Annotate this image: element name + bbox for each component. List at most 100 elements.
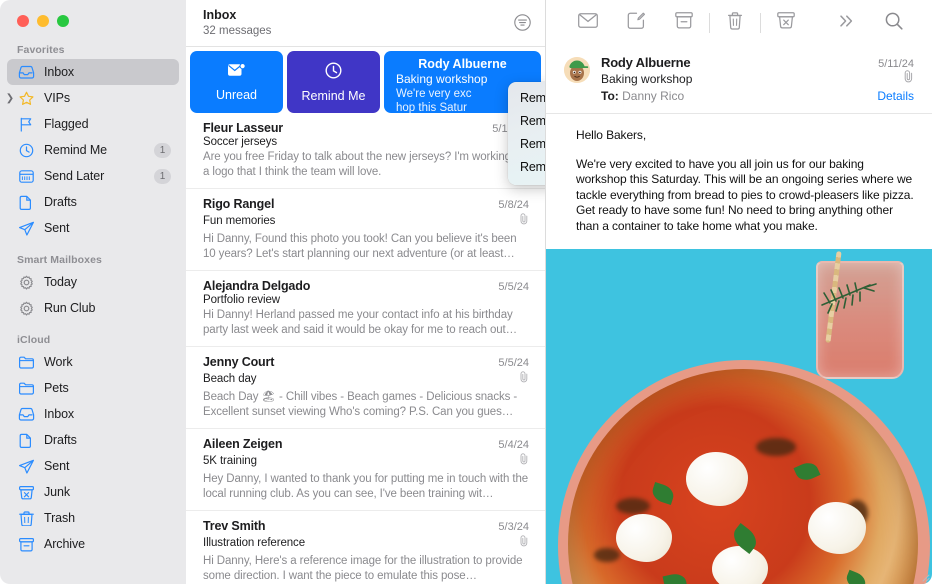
to-value: Danny Rico bbox=[622, 89, 685, 103]
sidebar-item-today[interactable]: Today bbox=[7, 269, 179, 295]
message-preview: Hi Danny, Found this photo you took! Can… bbox=[203, 233, 517, 260]
message-sender: Alejandra Delgado bbox=[203, 279, 311, 293]
mark-unread-button[interactable] bbox=[564, 8, 612, 38]
close-button[interactable] bbox=[17, 15, 29, 27]
gear-icon bbox=[17, 274, 36, 291]
sidebar-item-junk[interactable]: Junk bbox=[7, 479, 179, 505]
sidebar-item-send-later[interactable]: Send Later 1 bbox=[7, 163, 179, 189]
message-preview: Hey Danny, I wanted to thank you for put… bbox=[203, 473, 529, 500]
chevron-right-icon[interactable]: ❯ bbox=[4, 92, 16, 104]
sidebar-section-title: Smart Mailboxes bbox=[17, 254, 102, 266]
sidebar-item-label: Junk bbox=[44, 485, 71, 499]
swipe-action-row: Unread Remind Me Rody Albuerne Baking wo… bbox=[186, 47, 545, 113]
archive-icon bbox=[17, 536, 36, 553]
message-preview: Are you free Friday to talk about the ne… bbox=[203, 151, 527, 178]
message-sender: Aileen Zeigen bbox=[203, 437, 283, 451]
junk-icon bbox=[17, 484, 36, 501]
sidebar-item-vips[interactable]: ❯ VIPs bbox=[4, 85, 179, 111]
window-controls bbox=[0, 0, 186, 38]
unread-envelope-icon bbox=[227, 62, 246, 83]
message-subject: Portfolio review bbox=[203, 294, 281, 306]
archive-button[interactable] bbox=[660, 8, 708, 38]
search-button[interactable] bbox=[870, 8, 918, 38]
sidebar-item-archive[interactable]: Archive bbox=[7, 531, 179, 557]
message-date: 5/5/24 bbox=[498, 281, 529, 293]
paperclip-icon bbox=[519, 534, 529, 552]
delete-button[interactable] bbox=[711, 8, 759, 38]
sidebar-item-work[interactable]: Work bbox=[7, 349, 179, 375]
folder-icon bbox=[17, 380, 36, 397]
mozzarella bbox=[616, 514, 672, 562]
message-row[interactable]: Rigo Rangel 5/8/24 Fun memories Hi Danny, F… bbox=[186, 189, 545, 271]
filter-icon[interactable] bbox=[514, 14, 531, 36]
message-subject: Illustration reference bbox=[203, 537, 305, 549]
message-preview: Hi Danny! Herland passed me your contact… bbox=[203, 309, 518, 336]
context-menu-item[interactable]: Remind Me Tomorrow bbox=[508, 133, 545, 156]
rosemary-sprig bbox=[821, 282, 877, 314]
message-row[interactable]: Alejandra Delgado 5/5/24 Portfolio review H… bbox=[186, 271, 545, 347]
details-link[interactable]: Details bbox=[877, 89, 914, 103]
unread-badge: 1 bbox=[154, 168, 171, 184]
avatar bbox=[564, 57, 590, 83]
sidebar-item-inbox[interactable]: Inbox bbox=[7, 59, 179, 85]
mailbox-title: Inbox bbox=[203, 8, 237, 22]
context-menu-item[interactable]: Remind Me in 1 Hour bbox=[508, 87, 545, 110]
swipe-unread-label: Unread bbox=[216, 87, 257, 102]
calendar-icon bbox=[17, 168, 36, 185]
sidebar-item-sent[interactable]: Sent bbox=[7, 453, 179, 479]
message-preview: Beach Day 🏖 - Chill vibes - Beach games … bbox=[203, 391, 518, 418]
message-recipient: To: Danny Rico bbox=[601, 89, 684, 103]
sidebar-item-sent[interactable]: Sent bbox=[7, 215, 179, 241]
toolbar-divider bbox=[760, 13, 761, 33]
message-row[interactable]: Aileen Zeigen 5/4/24 5K training Hey Danny,… bbox=[186, 429, 545, 511]
sidebar-item-label: Inbox bbox=[44, 407, 75, 421]
paperclip-icon bbox=[519, 370, 529, 388]
message-row[interactable]: Trev Smith 5/3/24 Illustration reference Hi… bbox=[186, 511, 545, 584]
sidebar-item-pets[interactable]: Pets bbox=[7, 375, 179, 401]
compose-button[interactable] bbox=[612, 8, 660, 38]
compose-icon bbox=[627, 12, 645, 35]
sidebar-item-label: Run Club bbox=[44, 301, 96, 315]
swipe-remind-button[interactable]: Remind Me bbox=[287, 51, 380, 113]
margherita-pizza-photo[interactable] bbox=[546, 249, 932, 584]
resize-grip[interactable] bbox=[920, 572, 930, 582]
paperclip-icon bbox=[903, 70, 914, 88]
sidebar-item-remind-me[interactable]: Remind Me 1 bbox=[7, 137, 179, 163]
swipe-remind-label: Remind Me bbox=[301, 88, 366, 103]
minimize-button[interactable] bbox=[37, 15, 49, 27]
sidebar-item-label: Send Later bbox=[44, 169, 105, 183]
mozzarella bbox=[686, 452, 748, 506]
sidebar-item-label: Inbox bbox=[44, 65, 75, 79]
context-menu-item[interactable]: Remind Me Tonight bbox=[508, 110, 545, 133]
sidebar-item-inbox[interactable]: Inbox bbox=[7, 401, 179, 427]
chevron-double-right-icon bbox=[837, 14, 855, 33]
sidebar-item-drafts[interactable]: Drafts bbox=[7, 427, 179, 453]
message-date: 5/8/24 bbox=[498, 199, 529, 211]
message-body: Hello Bakers, We're very excited to have… bbox=[546, 114, 932, 238]
sidebar-section-title: iCloud bbox=[17, 334, 51, 346]
junk-button[interactable] bbox=[762, 8, 810, 38]
message-row[interactable]: Jenny Court 5/5/24 Beach day Beach Day 🏖 - … bbox=[186, 347, 545, 429]
reader-toolbar bbox=[546, 0, 932, 47]
message-row[interactable]: Fleur Lasseur5/10/24Soccer jerseysAre yo… bbox=[186, 113, 545, 189]
selected-message-from: Rody Albuerne bbox=[418, 57, 507, 71]
inbox-icon bbox=[17, 406, 36, 423]
sidebar-item-drafts[interactable]: Drafts bbox=[7, 189, 179, 215]
more-button[interactable] bbox=[822, 8, 870, 38]
message-date: 5/3/24 bbox=[498, 521, 529, 533]
sidebar-item-label: Pets bbox=[44, 381, 69, 395]
document-icon bbox=[17, 432, 36, 449]
context-menu-item[interactable]: Remind Me Later… bbox=[508, 156, 545, 179]
zoom-button[interactable] bbox=[57, 15, 69, 27]
sidebar-item-trash[interactable]: Trash bbox=[7, 505, 179, 531]
sidebar-item-run-club[interactable]: Run Club bbox=[7, 295, 179, 321]
swipe-unread-button[interactable]: Unread bbox=[190, 51, 283, 113]
mozzarella bbox=[712, 546, 768, 584]
sidebar-section-title: Favorites bbox=[17, 44, 65, 56]
sidebar-item-label: Remind Me bbox=[44, 143, 108, 157]
sidebar-item-label: Sent bbox=[44, 221, 70, 235]
body-paragraph: We're very excited to have you all join … bbox=[576, 156, 914, 233]
trash-icon bbox=[727, 11, 743, 35]
sidebar-item-flagged[interactable]: Flagged bbox=[7, 111, 179, 137]
gear-icon bbox=[17, 300, 36, 317]
